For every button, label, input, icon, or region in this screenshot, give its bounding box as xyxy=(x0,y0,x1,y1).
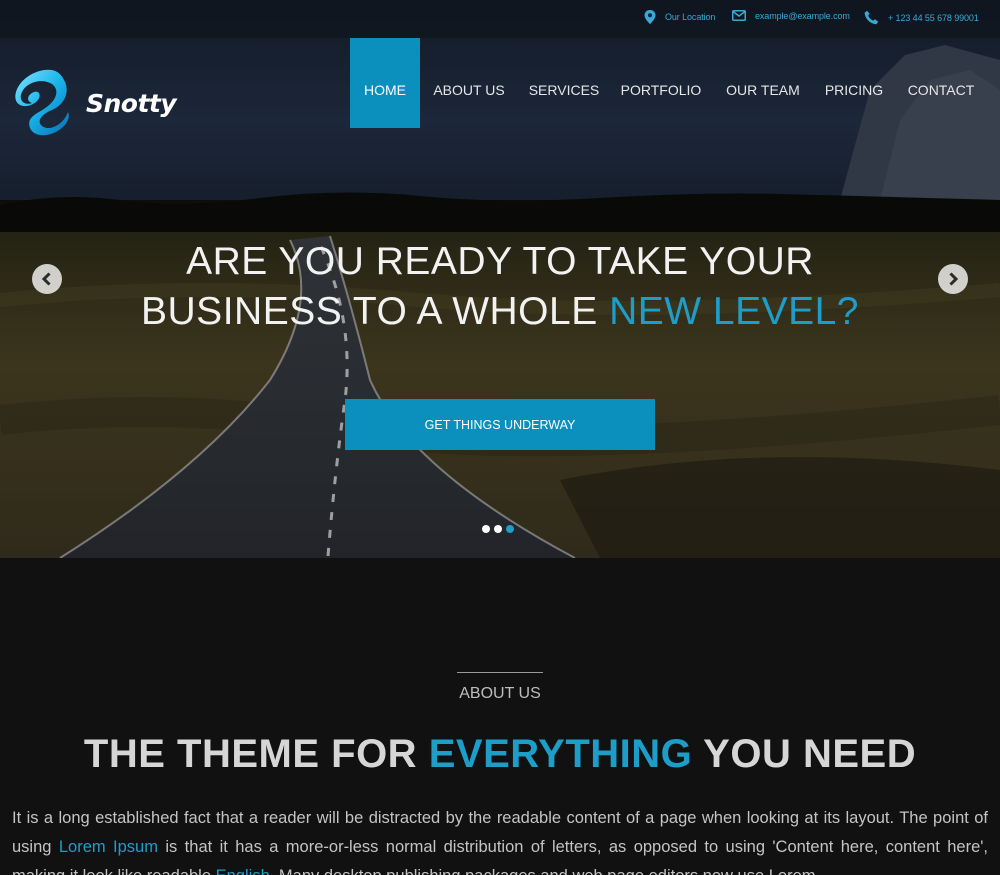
about-divider xyxy=(457,672,543,673)
hero-headline-line-2-prefix: BUSINESS TO A WHOLE xyxy=(141,290,598,333)
about-title: THE THEME FOR EVERYTHING YOU NEED xyxy=(0,732,1000,777)
about-section-label: ABOUT US xyxy=(459,685,541,702)
slider-dot-1[interactable] xyxy=(482,525,490,533)
slider-pagination xyxy=(482,525,514,533)
chevron-left-icon xyxy=(41,272,51,286)
brand-logo-link[interactable]: Snotty xyxy=(12,66,177,140)
get-things-underway-button[interactable]: GET THINGS UNDERWAY xyxy=(345,399,655,450)
chevron-right-icon xyxy=(949,272,959,286)
about-title-prefix: THE THEME FOR xyxy=(83,732,418,776)
english-link[interactable]: English xyxy=(216,867,270,875)
hero-headline-line-2: BUSINESS TO A WHOLE NEW LEVEL? xyxy=(0,290,1000,334)
topbar-location[interactable]: Our Location xyxy=(644,10,715,24)
nav-item-about-us[interactable]: ABOUT US xyxy=(420,38,518,128)
top-contact-bar: Our Location example@example.com + 123 4… xyxy=(0,0,1000,38)
swirl-logo-icon xyxy=(15,69,69,136)
about-body-text: It is a long established fact that a rea… xyxy=(12,804,988,875)
topbar-phone-text: + 123 44 55 678 99001 xyxy=(888,12,979,23)
brand-name: Snotty xyxy=(86,88,177,118)
topbar-phone[interactable]: + 123 44 55 678 99001 xyxy=(864,10,979,25)
topbar-email[interactable]: example@example.com xyxy=(732,10,850,21)
about-title-accent: EVERYTHING xyxy=(428,732,693,776)
topbar-location-text: Our Location xyxy=(665,12,716,22)
nav-item-portfolio[interactable]: PORTFOLIO xyxy=(610,38,712,128)
hero-slider: Our Location example@example.com + 123 4… xyxy=(0,0,1000,558)
nav-item-home[interactable]: HOME xyxy=(350,38,420,128)
nav-item-services[interactable]: SERVICES xyxy=(518,38,610,128)
hero-headline-line-1: ARE YOU READY TO TAKE YOUR xyxy=(186,240,814,283)
topbar-email-text: example@example.com xyxy=(755,10,850,21)
nav-item-contact[interactable]: CONTACT xyxy=(894,38,988,128)
slider-dot-2[interactable] xyxy=(494,525,502,533)
about-title-suffix: YOU NEED xyxy=(703,732,917,776)
envelope-icon xyxy=(732,10,746,21)
about-body-part-3: . Many desktop publishing packages and w… xyxy=(270,867,816,875)
slider-prev-button[interactable] xyxy=(32,264,62,294)
nav-item-pricing[interactable]: PRICING xyxy=(814,38,894,128)
phone-icon xyxy=(864,10,879,25)
lorem-ipsum-link[interactable]: Lorem Ipsum xyxy=(59,838,158,856)
nav-item-our-team[interactable]: OUR TEAM xyxy=(712,38,814,128)
slider-next-button[interactable] xyxy=(938,264,968,294)
hero-headline-accent: NEW LEVEL? xyxy=(609,290,859,333)
map-pin-icon xyxy=(644,10,656,24)
slider-dot-3[interactable] xyxy=(506,525,514,533)
